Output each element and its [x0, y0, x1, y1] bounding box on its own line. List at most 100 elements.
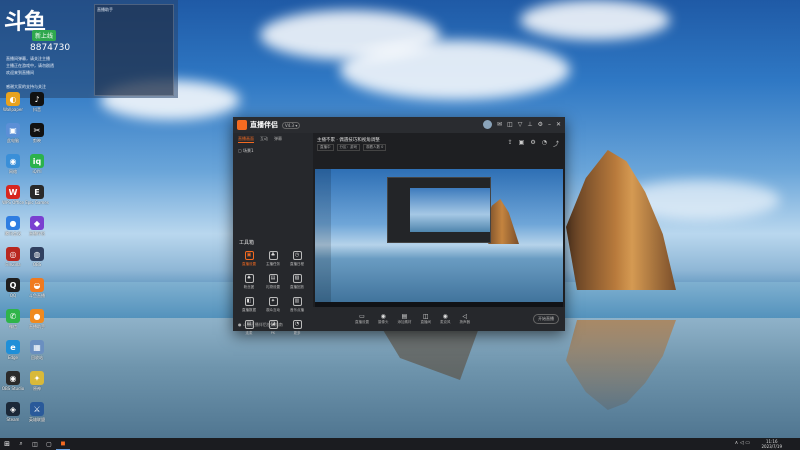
- app-icon-22[interactable]: ⚔ 英雄联盟: [26, 402, 48, 428]
- tool-item[interactable]: ▧ 直播回放: [285, 274, 309, 290]
- toolbar-label: 扬声器: [459, 320, 471, 324]
- epic-icon[interactable]: E Epic Games: [25, 185, 49, 211]
- desktop-icon-label: Steam: [6, 417, 20, 422]
- tool-icon: ◧: [244, 297, 254, 306]
- go-live-button[interactable]: 开始直播: [533, 314, 559, 324]
- qq-icon[interactable]: Q QQ: [2, 278, 24, 304]
- version-badge[interactable]: V4.3 ▾: [282, 121, 301, 129]
- toolbar-item[interactable]: ▭ 直播设置: [355, 313, 369, 325]
- room-tag[interactable]: 分区：游戏: [336, 144, 360, 151]
- overlay-line: 感谢大家的支持与关注: [6, 84, 46, 89]
- app-icon-12[interactable]: ◍ OBS: [26, 247, 48, 273]
- tool-icon: ▧: [292, 274, 302, 283]
- start-button[interactable]: ⊞: [0, 438, 14, 450]
- steam-glyph-icon: ◈: [6, 402, 20, 416]
- tool-item[interactable]: ▣ 直播设置: [237, 251, 261, 267]
- app-icon-16[interactable]: ● 直播助手: [26, 309, 48, 335]
- tool-label: 观众互动: [266, 308, 280, 312]
- system-tray[interactable]: ∧ ◁ ▭: [735, 440, 750, 446]
- desktop-icon-label: OBS: [32, 262, 42, 267]
- tiktok-icon[interactable]: ♪ 抖音: [26, 92, 48, 118]
- gift-icon[interactable]: ▣: [519, 139, 525, 148]
- app-icon-11-glyph-icon: ◎: [6, 247, 20, 261]
- toolbar-icon: ▤: [401, 313, 408, 320]
- tool-icon: ▤: [268, 274, 278, 283]
- task-view-icon[interactable]: ◫: [28, 438, 42, 450]
- edge-icon[interactable]: e Edge: [2, 340, 24, 366]
- file-explorer-icon[interactable]: ▢: [42, 438, 56, 450]
- minimize-icon[interactable]: –: [548, 121, 551, 128]
- streaming-app-taskbar-icon[interactable]: ◼: [56, 438, 70, 450]
- tool-item[interactable]: ♣ 主播任务: [261, 251, 285, 267]
- app-icon-12-glyph-icon: ◍: [30, 247, 44, 261]
- wps-icon[interactable]: W WPS Office: [2, 185, 24, 211]
- app-icon-5[interactable]: ◉ 网络: [2, 154, 24, 180]
- scene-item[interactable]: ▢ 场景1: [233, 146, 313, 156]
- guide-link[interactable]: ● 斗鱼直播伴侣使用指南: [238, 322, 283, 328]
- toolbar-icon: ◉: [442, 313, 448, 320]
- app-titlebar[interactable]: 直播伴侣 V4.3 ▾ ✉ ◫ ▽ ⊥ ⚙ – ✕: [233, 117, 565, 133]
- tool-label: 礼物设置: [266, 285, 280, 289]
- tool-item[interactable]: ◷ 直播日程: [285, 251, 309, 267]
- toolbar-icon: ▭: [359, 313, 365, 320]
- streaming-app-window[interactable]: 直播伴侣 V4.3 ▾ ✉ ◫ ▽ ⊥ ⚙ – ✕ 直播画面 互动 弹幕 ▢ 场…: [233, 117, 565, 335]
- message-icon[interactable]: ◫: [507, 121, 513, 128]
- toolbar-icon: ◁: [462, 313, 468, 320]
- pin-icon[interactable]: ⊥: [527, 121, 532, 128]
- tab-interact[interactable]: 互动: [260, 136, 268, 143]
- mail-icon[interactable]: ✉: [497, 121, 502, 128]
- gear-icon[interactable]: ⚙: [530, 139, 535, 148]
- capcut-icon[interactable]: ✂ 剪映: [26, 123, 48, 149]
- overlay-panel-title: 直播助手: [97, 7, 113, 12]
- app-icon-11[interactable]: ◎ FileZilla: [2, 247, 24, 273]
- stream-overlay-widget[interactable]: 斗鱼 新上线 8874730 直播间弹幕，请关注主播 主播正在游戏中，请勿剧透 …: [0, 0, 178, 98]
- app-icon-10[interactable]: ◆ 直播伴侣: [26, 216, 48, 242]
- app-icon-20[interactable]: ✦ 原神: [26, 371, 48, 397]
- tool-label: 直播日程: [290, 262, 304, 266]
- obs-icon[interactable]: ◉ OBS Studio: [2, 371, 24, 397]
- bell-icon[interactable]: ◔: [542, 139, 547, 148]
- toolbar-item[interactable]: ◫ 直播间: [421, 313, 432, 325]
- toolbar-icon: ◉: [380, 313, 386, 320]
- tool-label: 主播任务: [266, 262, 280, 266]
- steam-icon[interactable]: ◈ Steam: [2, 402, 24, 428]
- tool-item[interactable]: ▥ 音乐点播: [285, 297, 309, 313]
- tool-item[interactable]: ✦ 观众互动: [261, 297, 285, 313]
- tab-danmaku[interactable]: 弹幕: [274, 136, 282, 143]
- tab-live-scene[interactable]: 直播画面: [238, 136, 254, 143]
- app-icon-1[interactable]: ◐ Wallpaper: [2, 92, 24, 118]
- tool-item[interactable]: ♠ 粉丝团: [237, 274, 261, 290]
- toolbar-item[interactable]: ◉ 摄像头: [378, 313, 389, 325]
- wechat-icon[interactable]: ✆ 微信: [2, 309, 24, 335]
- app-icon-14[interactable]: ◒ 斗鱼直播: [26, 278, 48, 304]
- settings-icon[interactable]: ⚙: [538, 121, 543, 128]
- preview-nested-window: [387, 177, 491, 243]
- toolbar-item[interactable]: ◉ 麦克风: [440, 313, 451, 325]
- desktop-icon-label: OBS Studio: [1, 386, 25, 391]
- overlay-tag: 新上线: [32, 30, 57, 41]
- preview-desktop-icons: [315, 169, 331, 302]
- app-icon-18[interactable]: ▦ 回收站: [26, 340, 48, 366]
- shirt-icon[interactable]: ▽: [518, 121, 523, 128]
- desktop-icon-label: Wallpaper: [2, 107, 23, 112]
- iqiyi-icon[interactable]: iq iQIYI: [26, 154, 48, 180]
- app-icon-9[interactable]: ● 腾讯会议: [2, 216, 24, 242]
- tool-item[interactable]: ◔ 更多: [285, 320, 309, 336]
- tool-item[interactable]: ◧ 直播数据: [237, 297, 261, 313]
- share-icon[interactable]: ⇪: [508, 139, 513, 148]
- toolbar-item[interactable]: ▤ 添加素材: [398, 313, 412, 325]
- search-icon[interactable]: ⌕: [14, 438, 28, 450]
- tiktok-glyph-icon: ♪: [30, 92, 44, 106]
- tool-icon: ✦: [268, 297, 278, 306]
- tool-item[interactable]: ▤ 礼物设置: [261, 274, 285, 290]
- app-icon-3[interactable]: ▣ 此电脑: [2, 123, 24, 149]
- overlay-panel[interactable]: 直播助手: [94, 4, 174, 96]
- close-icon[interactable]: ✕: [556, 121, 561, 128]
- room-title[interactable]: 主播不累 · 偶遇技巧和视角调整: [317, 137, 380, 143]
- avatar[interactable]: [483, 120, 493, 129]
- link-icon[interactable]: ⤴: [553, 139, 559, 148]
- live-preview[interactable]: [315, 169, 563, 307]
- clock[interactable]: 11:16 2023/7/19: [761, 439, 782, 449]
- toolbar-item[interactable]: ◁ 扬声器: [460, 313, 471, 325]
- desktop-icon-label: 斗鱼直播: [29, 293, 45, 298]
